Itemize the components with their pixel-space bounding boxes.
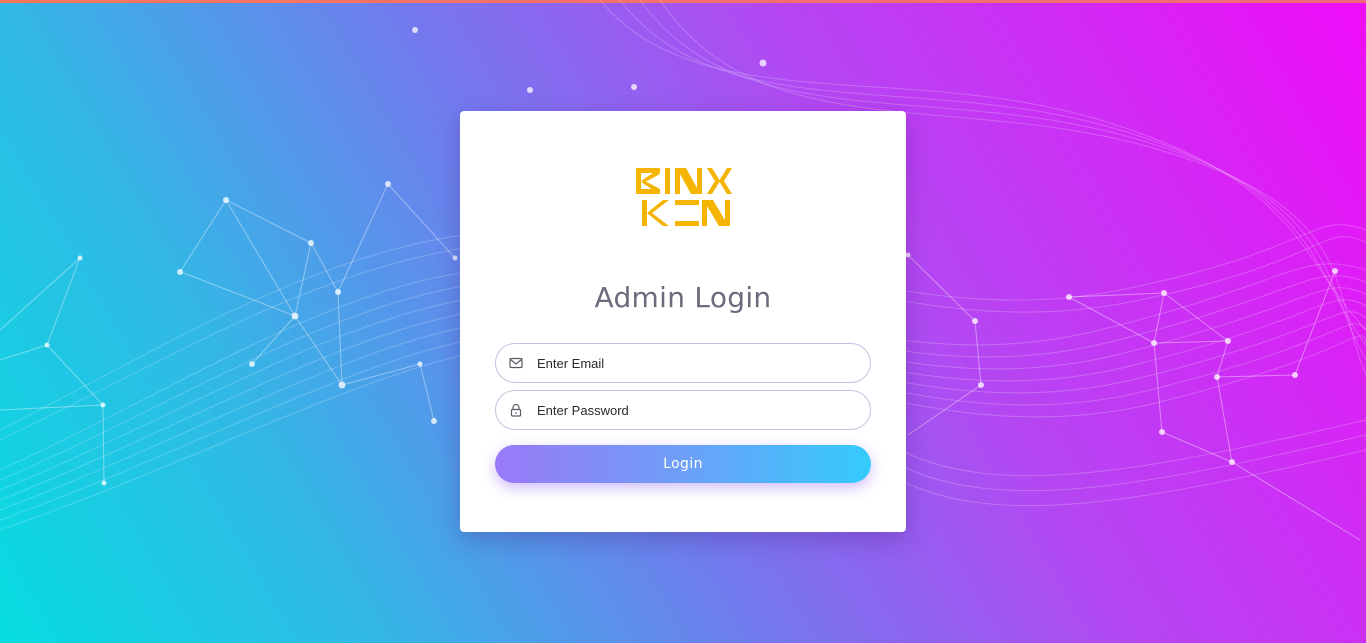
email-input[interactable] [537,344,857,382]
kinkn-logo [636,168,732,226]
page-title: Admin Login [594,280,772,314]
mail-icon [509,357,523,369]
lock-icon [510,403,522,417]
password-field[interactable] [495,390,871,430]
login-button[interactable]: Login [495,445,871,483]
email-field[interactable] [495,343,871,383]
password-input[interactable] [537,391,857,429]
login-card: Admin Login Login [460,111,906,532]
